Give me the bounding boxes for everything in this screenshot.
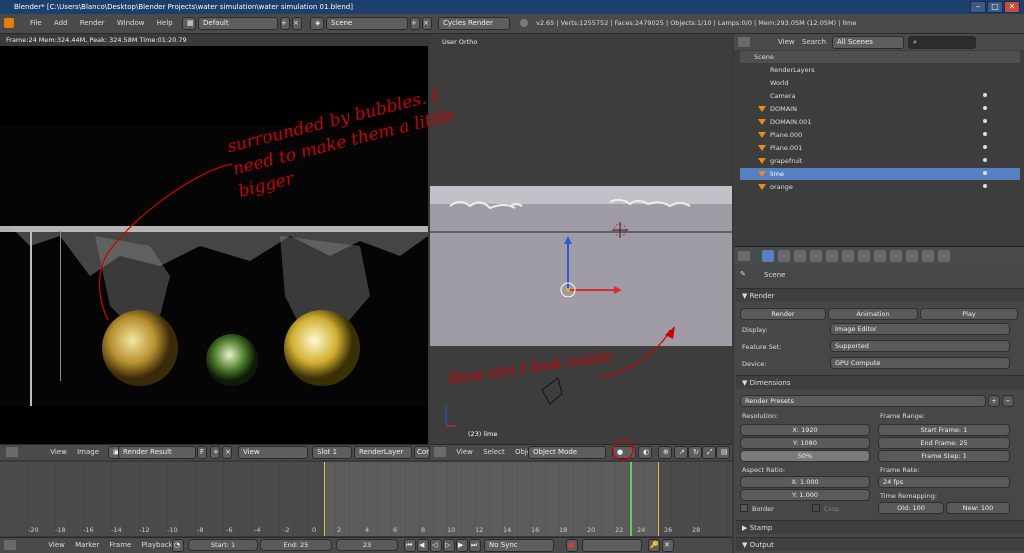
annotation-arrow-top [99,163,233,321]
annotation-circle-shading [612,439,634,461]
annotation-strokes-svg [99,163,675,461]
annotation-arrow-bottom [599,329,671,379]
